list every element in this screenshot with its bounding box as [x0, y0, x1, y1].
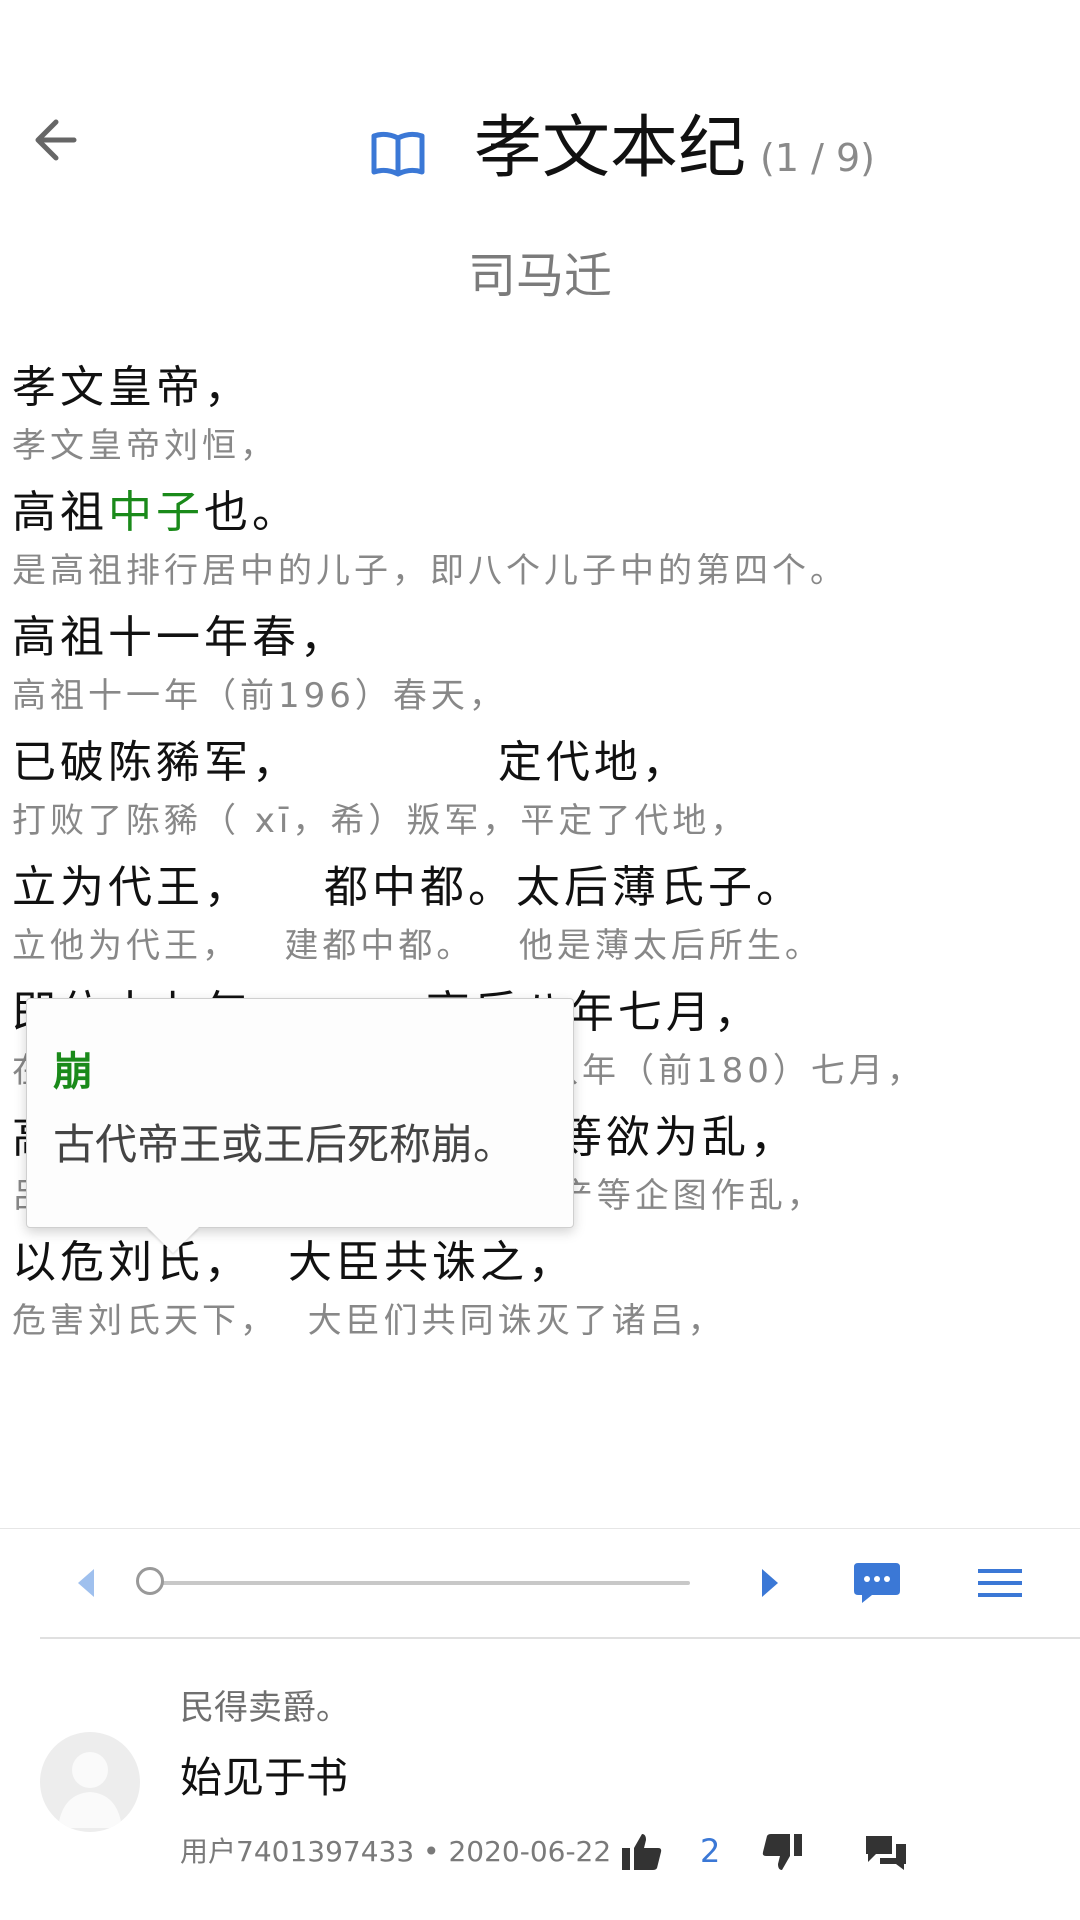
text-content[interactable]: 孝文皇帝， 孝文皇帝刘恒， 高祖中子也。 是高祖排行居中的儿子，即八个儿子中的第… [0, 360, 1080, 1530]
orig-text: 已破陈豨军， 定代地， [12, 737, 690, 788]
translation-line: 打败了陈豨（ xī，希）叛军，平定了代地， [12, 801, 749, 841]
menu-button[interactable] [976, 1565, 1024, 1605]
orig-text: 高祖 [12, 487, 108, 538]
title-text: 孝文本纪 [474, 109, 747, 188]
orig-text: 立为代王， 都中都。 [12, 862, 516, 913]
arrow-left-icon [35, 119, 77, 161]
translation-line: 危害刘氏天下， 大臣们共同诛灭了诸吕， [12, 1301, 726, 1341]
menu-icon [978, 1569, 1022, 1597]
prev-chapter-button[interactable] [74, 1565, 98, 1605]
translation-line: 是高祖排行居中的儿子，即八个儿子中的第四个。 [12, 551, 848, 591]
stanza[interactable]: 高祖十一年春， 高祖十一年（前196）春天， [12, 610, 1072, 718]
slider-thumb[interactable] [136, 1567, 164, 1595]
comment-meta: 用户7401397433 • 2020-06-22 [180, 1835, 612, 1868]
page-title: 孝文本纪 (1 / 9) [474, 104, 875, 203]
orig-text: 以危刘氏， 大臣共诛之， [12, 1237, 576, 1288]
original-line: 高祖中子也。 [12, 485, 1072, 541]
highlighted-term[interactable]: 中子 [108, 487, 204, 538]
author: 司马迁 [467, 248, 612, 304]
back-button[interactable] [30, 112, 86, 168]
default-avatar-icon [58, 1752, 122, 1828]
orig-text: 高祖十一年春， [12, 612, 348, 663]
dislike-button[interactable] [760, 1832, 804, 1876]
orig-text: 太后薄氏子。 [515, 862, 804, 913]
chapter-count: (1 / 9) [760, 136, 875, 180]
bottom-toolbar [0, 1528, 1080, 1639]
stanza[interactable]: 孝文皇帝， 孝文皇帝刘恒， [12, 360, 1072, 468]
reply-bubbles-icon [866, 1836, 906, 1870]
like-count: 2 [700, 1832, 721, 1870]
comment-quote: 民得卖爵。 [180, 1688, 350, 1728]
tooltip-term: 崩 [53, 1049, 93, 1095]
thumbs-up-icon [622, 1834, 662, 1870]
original-line: 已破陈豨军， 定代地， [12, 735, 1072, 791]
comment-item: 民得卖爵。 始见于书 用户7401397433 • 2020-06-22 2 [0, 1660, 1080, 1920]
triangle-right-icon [762, 1569, 778, 1597]
triangle-left-icon [78, 1569, 94, 1597]
original-line: 孝文皇帝， [12, 360, 1072, 416]
thumbs-down-icon [762, 1834, 802, 1870]
original-line: 高祖十一年春， [12, 610, 1072, 666]
next-chapter-button[interactable] [758, 1565, 782, 1605]
orig-text: 孝文皇帝， [12, 362, 252, 413]
tooltip-pointer [147, 1227, 199, 1253]
comments-button[interactable] [852, 1559, 902, 1611]
progress-slider[interactable] [136, 1567, 690, 1595]
orig-text: 也。 [204, 487, 300, 538]
comment-bubble-icon [854, 1563, 900, 1603]
translation-line: 高祖十一年（前196）春天， [12, 676, 507, 716]
stanza[interactable]: 立为代王， 都中都。太后薄氏子。 立他为代王， 建都中都。 他是薄太后所生。 [12, 860, 1072, 968]
comment-text: 始见于书 [180, 1753, 349, 1802]
stanza[interactable]: 已破陈豨军， 定代地， 打败了陈豨（ xī，希）叛军，平定了代地， [12, 735, 1072, 843]
book-button[interactable] [370, 130, 426, 178]
translation-line: 孝文皇帝刘恒， [12, 426, 278, 466]
tooltip-definition: 古代帝王或王后死称崩。 [53, 1120, 516, 1169]
original-line: 立为代王， 都中都。太后薄氏子。 [12, 860, 1072, 916]
open-book-icon [371, 131, 425, 177]
translation-line: 立他为代王， 建都中都。 他是薄太后所生。 [12, 926, 823, 966]
definition-tooltip[interactable]: 崩 古代帝王或王后死称崩。 [26, 998, 574, 1253]
stanza[interactable]: 高祖中子也。 是高祖排行居中的儿子，即八个儿子中的第四个。 [12, 485, 1072, 593]
header: 孝文本纪 (1 / 9) 司马迁 [0, 0, 1080, 320]
avatar[interactable] [40, 1732, 140, 1832]
like-button[interactable] [620, 1832, 664, 1876]
reply-button[interactable] [864, 1832, 908, 1876]
divider [40, 1637, 1080, 1639]
